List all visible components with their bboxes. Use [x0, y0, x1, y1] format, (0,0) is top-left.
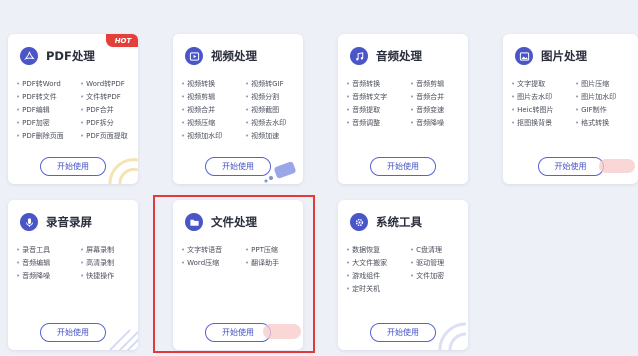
- feature-image-remove-watermark[interactable]: 图片去水印: [511, 92, 575, 102]
- feature-video-remove-watermark[interactable]: 视频去水印: [245, 118, 301, 128]
- feature-heic-to-image[interactable]: Heic转图片: [511, 105, 575, 115]
- feature-large-file-move[interactable]: 大文件搬家: [346, 258, 410, 268]
- card-title: PDF处理: [46, 49, 95, 63]
- decorative-lines: [109, 329, 138, 350]
- feature-audio-to-text[interactable]: 音频转文字: [346, 92, 410, 102]
- feature-c-drive-clean[interactable]: C盘清理: [410, 245, 466, 255]
- feature-image-add-watermark[interactable]: 图片加水印: [575, 92, 631, 102]
- card-title: 视频处理: [211, 49, 257, 63]
- feature-image-compress[interactable]: 图片压缩: [575, 79, 631, 89]
- feature-video-split[interactable]: 视频分割: [245, 92, 301, 102]
- start-button-audio[interactable]: 开始使用: [370, 157, 436, 176]
- feature-video-screenshot[interactable]: 视频截图: [245, 105, 301, 115]
- start-button-pdf[interactable]: 开始使用: [40, 157, 106, 176]
- feature-pdf-merge[interactable]: PDF合并: [80, 105, 136, 115]
- feature-screen-record[interactable]: 屏幕录制: [80, 245, 136, 255]
- start-button-record[interactable]: 开始使用: [40, 323, 106, 342]
- feature-video-convert[interactable]: 视频转换: [181, 79, 245, 89]
- feature-pdf-delete-page[interactable]: PDF删除页面: [16, 131, 80, 141]
- feature-audio-extract[interactable]: 音频提取: [346, 105, 410, 115]
- feature-driver-manage[interactable]: 驱动管理: [410, 258, 466, 268]
- feature-video-add-watermark[interactable]: 视频加水印: [181, 131, 245, 141]
- feature-audio-adjust[interactable]: 音频调整: [346, 118, 410, 128]
- feature-file-to-pdf[interactable]: 文件转PDF: [80, 92, 136, 102]
- feature-pdf-edit[interactable]: PDF编辑: [16, 105, 80, 115]
- feature-audio-cut[interactable]: 音频剪辑: [410, 79, 466, 89]
- card-pdf[interactable]: HOT PDF处理 PDF转Word Word转PDF PDF转文件 文件转PD…: [8, 34, 138, 184]
- card-title: 图片处理: [541, 49, 587, 63]
- feature-audio-convert[interactable]: 音频转换: [346, 79, 410, 89]
- feature-pdf-extract-page[interactable]: PDF页面提取: [80, 131, 136, 141]
- decorative-arcs: [438, 322, 467, 350]
- feature-audio-denoise[interactable]: 音频降噪: [16, 271, 80, 281]
- feature-format-convert[interactable]: 格式转换: [575, 118, 631, 128]
- feature-recorder[interactable]: 录音工具: [16, 245, 80, 255]
- feature-timed-shutdown[interactable]: 定时关机: [346, 284, 410, 294]
- feature-pdf-encrypt[interactable]: PDF加密: [16, 118, 80, 128]
- hot-badge: HOT: [106, 34, 138, 47]
- feature-pdf-to-file[interactable]: PDF转文件: [16, 92, 80, 102]
- feature-audio-speed[interactable]: 音频变速: [410, 105, 466, 115]
- feature-hd-record[interactable]: 高清录制: [80, 258, 136, 268]
- card-title: 系统工具: [376, 215, 422, 229]
- feature-audio-edit[interactable]: 音频编辑: [16, 258, 80, 268]
- music-note-icon: [350, 47, 368, 65]
- feature-quick-action[interactable]: 快捷操作: [80, 271, 136, 281]
- feature-audio-merge[interactable]: 音频合并: [410, 92, 466, 102]
- feature-video-to-gif[interactable]: 视频转GIF: [245, 79, 301, 89]
- feature-word-to-pdf[interactable]: Word转PDF: [80, 79, 136, 89]
- start-button-image[interactable]: 开始使用: [537, 157, 604, 176]
- feature-gif-make[interactable]: GIF制作: [575, 105, 631, 115]
- feature-pdf-to-word[interactable]: PDF转Word: [16, 79, 80, 89]
- feature-text-extract[interactable]: 文字提取: [511, 79, 575, 89]
- feature-video-compress[interactable]: 视频压缩: [181, 118, 245, 128]
- decorative-blob: [599, 159, 635, 173]
- start-button-video[interactable]: 开始使用: [205, 157, 271, 176]
- card-title: 录音录屏: [46, 215, 92, 229]
- play-icon: [185, 47, 203, 65]
- feature-video-merge[interactable]: 视频合并: [181, 105, 245, 115]
- card-image[interactable]: 图片处理 文字提取 图片压缩 图片去水印 图片加水印 Heic转图片 GIF制作…: [503, 34, 638, 184]
- card-video[interactable]: 视频处理 视频转换 视频转GIF 视频剪辑 视频分割 视频合并 视频截图 视频压…: [173, 34, 303, 184]
- feature-file-encrypt[interactable]: 文件加密: [410, 271, 466, 281]
- feature-game-components[interactable]: 游戏组件: [346, 271, 410, 281]
- card-record[interactable]: 录音录屏 录音工具 屏幕录制 音频编辑 高清录制 音频降噪 快捷操作 开始使用: [8, 200, 138, 350]
- gear-icon: [350, 213, 368, 231]
- feature-audio-denoise[interactable]: 音频降噪: [410, 118, 466, 128]
- feature-cutout-background[interactable]: 抠图换背景: [511, 118, 575, 128]
- card-title: 音频处理: [376, 49, 422, 63]
- card-system[interactable]: 系统工具 数据恢复 C盘清理 大文件搬家 驱动管理 游戏组件 文件加密 定时关机…: [338, 200, 468, 350]
- selection-highlight: [153, 195, 315, 353]
- feature-video-speed[interactable]: 视频加速: [245, 131, 301, 141]
- feature-video-cut[interactable]: 视频剪辑: [181, 92, 245, 102]
- microphone-icon: [20, 213, 38, 231]
- decorative-arcs: [108, 158, 138, 184]
- feature-data-recovery[interactable]: 数据恢复: [346, 245, 410, 255]
- card-audio[interactable]: 音频处理 音频转换 音频剪辑 音频转文字 音频合并 音频提取 音频变速 音频调整…: [338, 34, 468, 184]
- pdf-icon: [20, 47, 38, 65]
- start-button-system[interactable]: 开始使用: [370, 323, 436, 342]
- feature-pdf-split[interactable]: PDF拆分: [80, 118, 136, 128]
- image-icon: [515, 47, 533, 65]
